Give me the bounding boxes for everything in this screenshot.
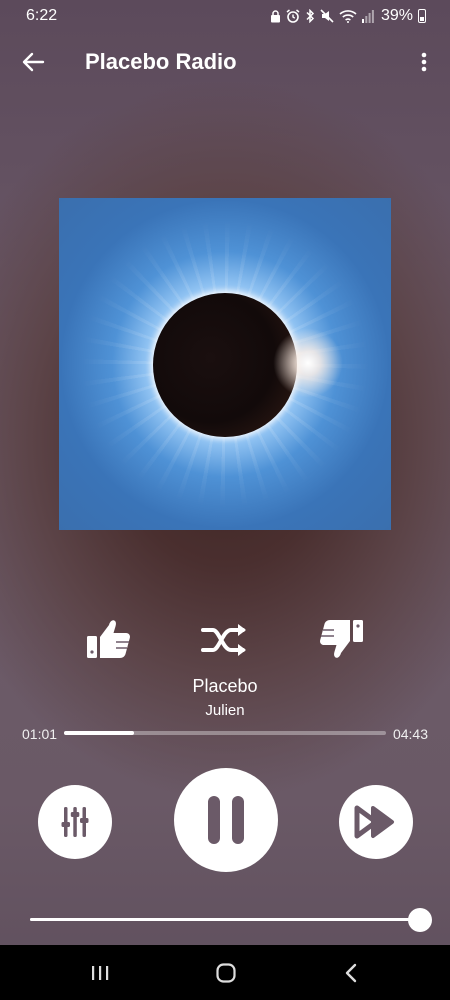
status-bar: 6:22 39% bbox=[0, 0, 450, 32]
arrow-left-icon bbox=[22, 52, 45, 72]
page-title: Placebo Radio bbox=[85, 49, 237, 74]
recents-button[interactable] bbox=[88, 961, 112, 985]
volume-slider[interactable] bbox=[30, 918, 420, 921]
signal-icon bbox=[361, 9, 374, 23]
mute-icon bbox=[320, 9, 334, 23]
nav-back-button[interactable] bbox=[340, 961, 364, 985]
album-art bbox=[59, 198, 391, 530]
thumbs-up-icon bbox=[87, 620, 130, 658]
alarm-icon bbox=[286, 9, 300, 23]
progress-bar[interactable] bbox=[64, 731, 386, 735]
shuffle-icon bbox=[201, 624, 246, 656]
rating-row bbox=[0, 616, 450, 666]
bluetooth-icon bbox=[306, 9, 315, 23]
more-vertical-icon bbox=[421, 52, 427, 72]
battery-percent: 39% bbox=[380, 7, 413, 24]
skip-next-icon bbox=[354, 805, 394, 839]
home-icon bbox=[216, 963, 236, 983]
equalizer-icon bbox=[61, 807, 89, 837]
equalizer-button[interactable] bbox=[38, 785, 112, 859]
thumbs-up-button[interactable] bbox=[85, 616, 131, 662]
recents-icon bbox=[92, 966, 109, 980]
back-icon bbox=[345, 963, 357, 983]
skip-next-button[interactable] bbox=[339, 785, 413, 859]
shuffle-button[interactable] bbox=[201, 620, 249, 660]
status-icons: 39% bbox=[270, 7, 426, 25]
app-bar: Placebo Radio bbox=[0, 40, 450, 84]
wifi-icon bbox=[339, 10, 357, 23]
navigation-bar bbox=[0, 945, 450, 1000]
home-button[interactable] bbox=[214, 961, 238, 985]
back-button[interactable] bbox=[20, 48, 48, 76]
track-artist: Julien bbox=[205, 702, 245, 719]
battery-icon bbox=[418, 9, 426, 23]
pause-button[interactable] bbox=[174, 768, 278, 872]
time-total: 04:43 bbox=[392, 726, 428, 742]
thumbs-down-button[interactable] bbox=[319, 616, 365, 662]
time-current: 01:01 bbox=[22, 726, 58, 742]
album-art-flare bbox=[273, 328, 343, 398]
volume-handle[interactable] bbox=[408, 908, 432, 932]
progress-fill bbox=[64, 731, 134, 735]
pause-icon bbox=[208, 796, 244, 844]
thumbs-down-icon bbox=[320, 620, 363, 658]
volume-fill bbox=[30, 918, 420, 921]
status-time: 6:22 bbox=[26, 7, 58, 24]
track-title: Placebo bbox=[192, 676, 258, 696]
lock-icon bbox=[270, 9, 280, 22]
more-options-button[interactable] bbox=[416, 48, 432, 76]
